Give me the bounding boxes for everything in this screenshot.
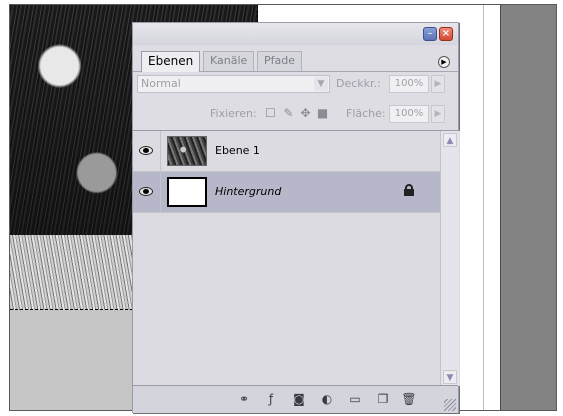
chevron-right-icon: ▶ [434,79,442,89]
chevron-right-icon: ▶ [434,109,442,119]
palette-titlebar[interactable]: – × [133,23,458,45]
layer-thumbnail [167,177,207,207]
chevron-up-icon: ▲ [446,136,454,146]
palette-footer: ⚭ ƒ ◙ ◐ ▭ ❐ 🗑 [133,385,458,413]
close-icon: × [441,28,451,39]
new-layer-icon: ❐ [377,392,389,406]
fill-slider-button[interactable]: ▶ [431,105,445,123]
new-group-button[interactable]: ▭ [347,391,363,407]
layer-row-ebene-1[interactable]: Ebene 1 [133,131,440,172]
link-layers-button[interactable]: ⚭ [236,391,252,407]
lock-fill-row: Fixieren: ☐ ✎ ✥ ■ Fläche: 100% ▶ [133,103,458,125]
mask-icon: ◙ [293,392,305,406]
lock-transparent-icon[interactable]: ☐ [264,107,277,120]
adjustment-layer-button[interactable]: ◐ [319,391,335,407]
layers-list: Ebene 1 Hintergrund ▲ ▼ [133,130,460,386]
scroll-down-button[interactable]: ▼ [443,370,457,384]
link-icon: ⚭ [238,392,250,406]
add-mask-button[interactable]: ◙ [291,391,307,407]
layer-row-hintergrund[interactable]: Hintergrund [133,172,440,213]
blend-mode-select[interactable]: Normal ▼ [137,75,330,93]
tab-ebenen[interactable]: Ebenen [141,51,201,72]
adjustment-icon: ◐ [321,392,333,406]
side-dock [500,5,556,410]
palette-tabs: Ebenen Kanäle Pfade ▶ [133,45,458,72]
resize-grip[interactable] [444,399,456,411]
opacity-slider-button[interactable]: ▶ [431,75,445,93]
fill-label: Fläche: [346,107,386,120]
scroll-up-button[interactable]: ▲ [443,133,457,147]
chevron-down-icon: ▼ [446,373,454,383]
opacity-label: Deckkr.: [336,77,381,90]
fx-icon: ƒ [268,392,274,406]
lock-position-move-icon[interactable]: ✥ [299,107,312,120]
eye-icon [139,146,153,155]
visibility-toggle[interactable] [133,172,161,212]
layer-thumbnail [167,136,207,166]
tab-pfade[interactable]: Pfade [257,51,302,71]
close-button[interactable]: × [439,27,453,41]
lock-label: Fixieren: [210,107,257,120]
folder-icon: ▭ [349,392,361,406]
document-edge [483,5,500,410]
tab-kanaele[interactable]: Kanäle [203,51,255,71]
fill-input[interactable]: 100% [389,105,429,123]
layers-scrollbar[interactable]: ▲ ▼ [440,131,459,386]
new-layer-button[interactable]: ❐ [375,391,391,407]
eye-icon [139,187,153,196]
padlock-icon [404,184,414,196]
blend-mode-value: Normal [141,77,181,90]
blend-opacity-row: Normal ▼ Deckkr.: 100% ▶ [133,73,458,95]
minimize-button[interactable]: – [423,27,437,41]
trash-icon: 🗑 [401,392,417,406]
layer-name: Ebene 1 [215,144,260,157]
palette-menu-icon: ▶ [441,58,447,66]
lock-image-brush-icon[interactable]: ✎ [282,107,295,120]
visibility-toggle[interactable] [133,131,161,171]
opacity-input[interactable]: 100% [389,75,429,93]
delete-layer-button[interactable]: 🗑 [401,391,417,407]
layer-name: Hintergrund [215,185,282,198]
layer-style-button[interactable]: ƒ [263,391,279,407]
lock-all-icon[interactable]: ■ [316,107,329,120]
layers-palette: – × Ebenen Kanäle Pfade ▶ Normal ▼ Deckk… [132,22,460,413]
palette-menu-button[interactable]: ▶ [438,56,450,68]
minimize-icon: – [427,28,433,39]
chevron-down-icon: ▼ [314,77,328,91]
